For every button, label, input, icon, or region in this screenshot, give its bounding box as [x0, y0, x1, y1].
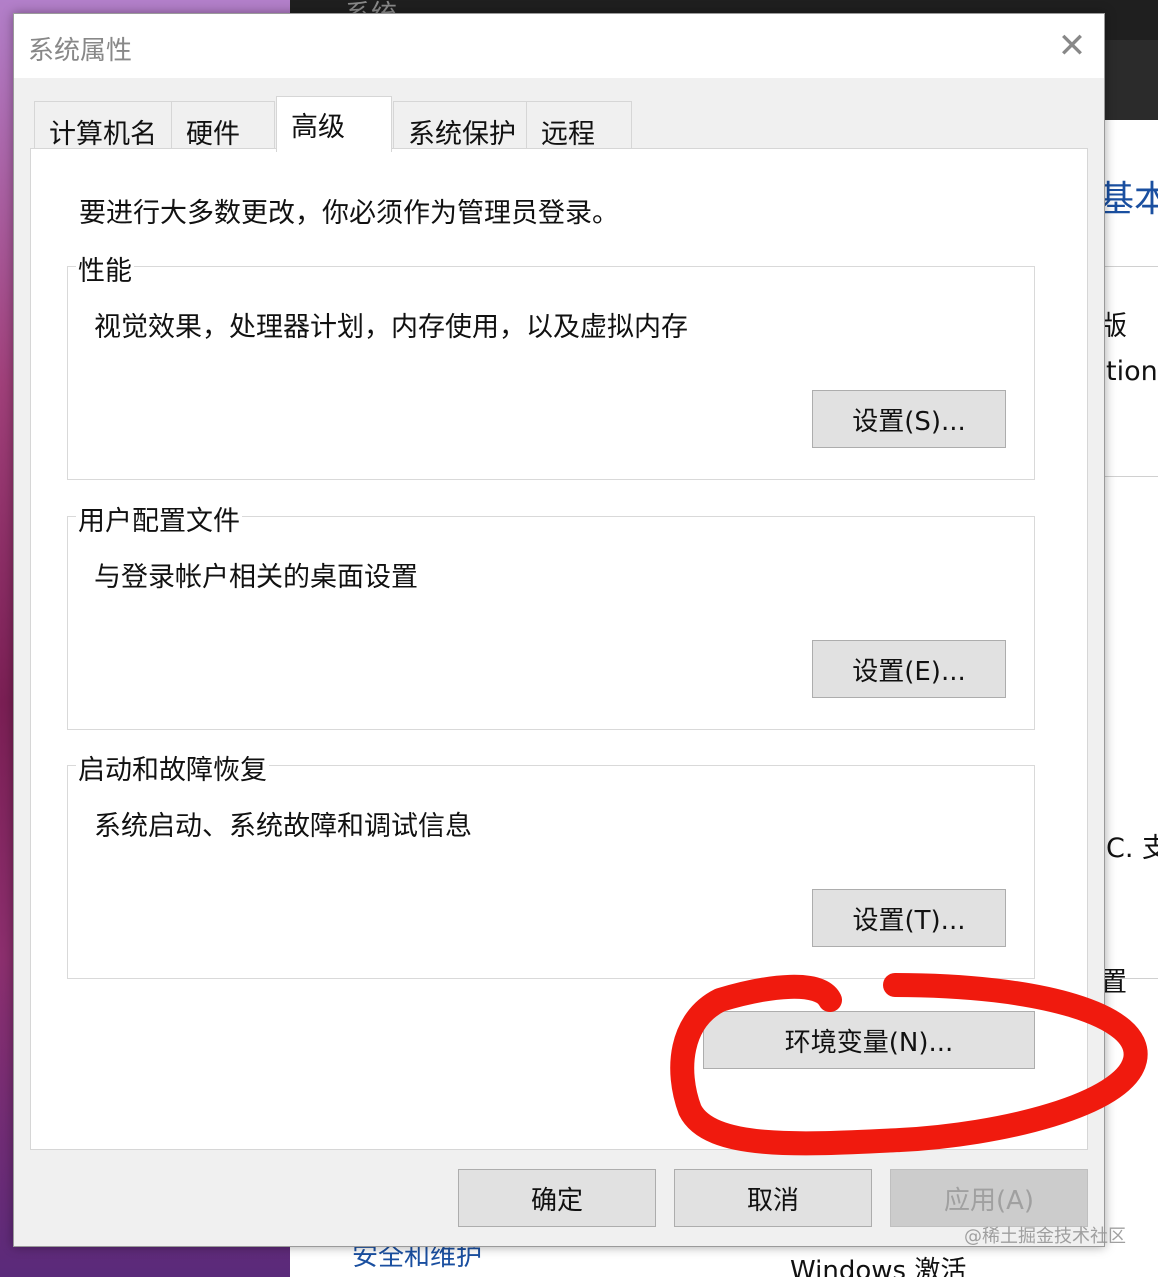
- dialog-titlebar: 系统属性 ✕: [14, 14, 1104, 78]
- performance-settings-button[interactable]: 设置(S)...: [812, 390, 1006, 448]
- tab-system-protection[interactable]: 系统保护: [393, 101, 527, 150]
- user-profiles-settings-button[interactable]: 设置(E)...: [812, 640, 1006, 698]
- group-title: 用户配置文件: [76, 499, 242, 538]
- apply-button[interactable]: 应用(A): [890, 1169, 1088, 1227]
- tab-hardware[interactable]: 硬件: [171, 101, 275, 150]
- group-description: 视觉效果，处理器计划，内存使用，以及虚拟内存: [94, 312, 688, 343]
- tab-advanced[interactable]: 高级: [276, 96, 392, 152]
- group-description: 与登录帐户相关的桌面设置: [94, 562, 418, 593]
- env-variables-button[interactable]: 环境变量(N)...: [703, 1011, 1035, 1069]
- user-profiles-group: 用户配置文件 与登录帐户相关的桌面设置 设置(E)...: [67, 499, 1035, 730]
- close-icon[interactable]: ✕: [1050, 24, 1094, 68]
- background-settings-panel: [1105, 120, 1158, 1277]
- dialog-title: 系统属性: [28, 36, 133, 66]
- watermark: @稀土掘金技术社区: [964, 1226, 1126, 1247]
- performance-group: 性能 视觉效果，处理器计划，内存使用，以及虚拟内存 设置(S)...: [67, 249, 1035, 480]
- startup-recovery-settings-button[interactable]: 设置(T)...: [812, 889, 1006, 947]
- group-title: 性能: [76, 249, 134, 288]
- admin-notice: 要进行大多数更改，你必须作为管理员登录。: [79, 198, 619, 229]
- background-divider: [1105, 266, 1158, 267]
- background-link-activation[interactable]: Windows 激活: [790, 1250, 966, 1277]
- cancel-button[interactable]: 取消: [674, 1169, 872, 1227]
- ok-button[interactable]: 确定: [458, 1169, 656, 1227]
- system-properties-dialog: 系统属性 ✕ 计算机名 硬件 高级 系统保护 远程 要进行大多数更改，你必须作为…: [13, 13, 1105, 1247]
- tab-computer-name[interactable]: 计算机名: [34, 101, 172, 150]
- background-text-fragment: C. 支: [1106, 833, 1158, 864]
- background-divider: [1105, 476, 1158, 477]
- startup-recovery-group: 启动和故障恢复 系统启动、系统故障和调试信息 设置(T)...: [67, 748, 1035, 979]
- background-divider: [1120, 978, 1158, 979]
- background-heading-fragment: 基本信: [1098, 179, 1158, 220]
- background-dark-band: [1105, 40, 1158, 120]
- group-description: 系统启动、系统故障和调试信息: [94, 811, 472, 842]
- group-title: 启动和故障恢复: [76, 748, 269, 787]
- advanced-tab-panel: 要进行大多数更改，你必须作为管理员登录。 性能 视觉效果，处理器计划，内存使用，…: [30, 148, 1088, 1150]
- tab-remote[interactable]: 远程: [526, 101, 632, 150]
- background-text-fragment: tion: [1106, 356, 1158, 387]
